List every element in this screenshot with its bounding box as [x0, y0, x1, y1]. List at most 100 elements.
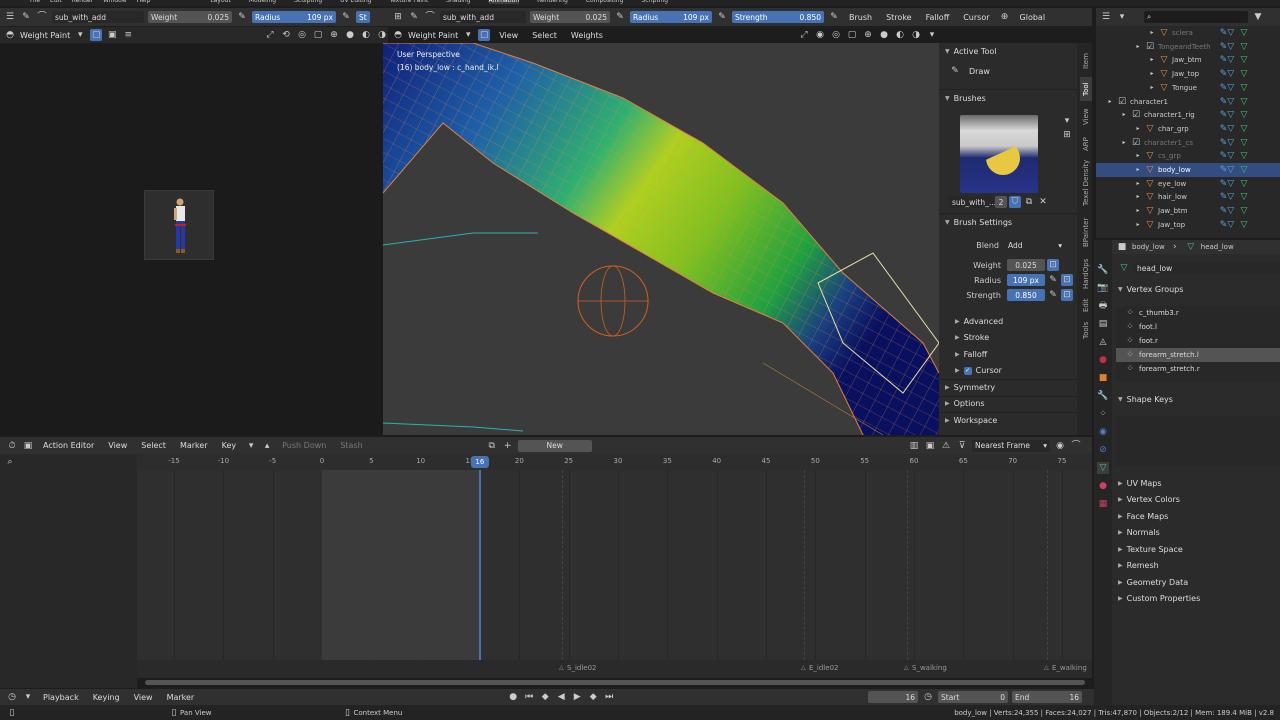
weight-unified-icon[interactable]: ⊡: [1047, 259, 1059, 271]
weight-field[interactable]: Weight 0.025: [530, 11, 610, 23]
weight-field[interactable]: Weight 0.025: [148, 11, 232, 23]
key-menu[interactable]: Key: [217, 441, 242, 450]
mesh-data-icon[interactable]: ▽: [1238, 123, 1250, 135]
workspace-panel[interactable]: ▶ Workspace: [945, 416, 997, 425]
brush-name-field[interactable]: sub_with_...: [949, 196, 996, 208]
tab-arp[interactable]: ARP: [1080, 133, 1092, 155]
tab-tools[interactable]: Tools: [1080, 317, 1092, 343]
brush-users-count[interactable]: 2: [995, 196, 1007, 208]
view-menu[interactable]: View: [103, 441, 132, 450]
xray-icon[interactable]: ▢: [312, 29, 324, 41]
modifier-icon[interactable]: ✎▽: [1216, 191, 1238, 203]
left-preview-area[interactable]: [0, 43, 383, 435]
view-menu[interactable]: View: [494, 31, 523, 40]
tab-view[interactable]: View: [1080, 103, 1092, 131]
overlay-icon[interactable]: ◎: [296, 29, 308, 41]
display-mode-icon[interactable]: ▾: [1116, 11, 1128, 23]
brush-icon[interactable]: ✎: [408, 11, 420, 23]
select-menu[interactable]: Select: [527, 31, 562, 40]
editor-type-icon[interactable]: ☰: [4, 11, 16, 23]
physics-props-icon[interactable]: ◉: [1097, 426, 1109, 438]
current-frame-indicator[interactable]: 16: [470, 456, 489, 468]
keying-menu[interactable]: Keying: [88, 693, 125, 702]
outliner-row[interactable]: ▸ ▽ cs_grp ✎▽ ▽: [1096, 149, 1280, 163]
outliner-row[interactable]: ▸ ☑ character1 ✎▽ ▽: [1096, 95, 1280, 109]
stash-button[interactable]: Stash: [335, 441, 367, 450]
tab-hardops[interactable]: HardOps: [1080, 255, 1092, 293]
collapsed-panel[interactable]: ▶ Normals: [1118, 525, 1278, 542]
xray-icon[interactable]: ▢: [846, 29, 858, 41]
vertex-group-item[interactable]: ⁘ c_thumb3.r: [1116, 306, 1280, 320]
expand-icon[interactable]: ▸: [1132, 178, 1144, 190]
tab-tool[interactable]: Tool: [1080, 77, 1092, 101]
expand-icon[interactable]: ▸: [1132, 219, 1144, 231]
falloff-subpanel[interactable]: ▶ Falloff: [955, 350, 987, 359]
breadcrumb-object[interactable]: body_low: [1132, 243, 1165, 251]
pressure-icon[interactable]: ✎: [340, 11, 352, 23]
radius-field[interactable]: Radius 109 px: [630, 11, 712, 23]
menu-icon[interactable]: ≡: [122, 29, 134, 41]
outliner-row[interactable]: ▸ ▽ sclera ✎▽ ▽: [1096, 26, 1280, 40]
options-panel[interactable]: ▶ Options: [945, 399, 985, 408]
solid-shading-icon[interactable]: ●: [344, 29, 356, 41]
material-shading-icon[interactable]: ◐: [894, 29, 906, 41]
pressure-icon[interactable]: ✎: [828, 11, 840, 23]
workspace-tab[interactable]: Rendering: [537, 0, 568, 4]
top-menu-item[interactable]: Window: [103, 0, 127, 4]
viewport-mode-label[interactable]: Weight Paint: [408, 31, 458, 40]
outliner-row[interactable]: ▸ ▽ body_low ✎▽ ▽: [1096, 163, 1280, 177]
mesh-data-icon[interactable]: ▽: [1238, 27, 1250, 39]
constraint-props-icon[interactable]: ⊘: [1097, 444, 1109, 456]
vertex-mask-icon[interactable]: ▣: [106, 29, 118, 41]
strength-field[interactable]: Strength 0.850: [732, 11, 824, 23]
mask-icon[interactable]: ▢: [478, 29, 491, 41]
marker-menu[interactable]: Marker: [162, 693, 200, 702]
search-icon[interactable]: ⌕: [4, 456, 16, 468]
rendered-shading-icon[interactable]: ◑: [910, 29, 922, 41]
modifier-icon[interactable]: ✎▽: [1216, 96, 1238, 108]
expand-icon[interactable]: ▸: [1132, 41, 1144, 53]
mesh-data-icon[interactable]: ▽: [1238, 219, 1250, 231]
breadcrumb-mesh[interactable]: head_low: [1201, 243, 1234, 251]
mesh-data-icon[interactable]: ▽: [1238, 164, 1250, 176]
push-down-button[interactable]: Push Down: [277, 441, 331, 450]
expand-icon[interactable]: ▸: [1146, 54, 1158, 66]
horizontal-scrollbar[interactable]: [145, 680, 1085, 685]
outliner-row[interactable]: ▸ ▽ Jaw_top ✎▽ ▽: [1096, 218, 1280, 232]
vertex-group-item[interactable]: ⁘ forearm_stretch.l: [1116, 348, 1280, 362]
weight-value[interactable]: 0.025: [1007, 259, 1045, 271]
timeline-marker[interactable]: S_idle02: [567, 664, 597, 672]
mesh-data-icon[interactable]: ▽: [1097, 462, 1109, 474]
brush-icon[interactable]: ✎: [20, 11, 32, 23]
mesh-data-icon[interactable]: ▽: [1238, 137, 1250, 149]
snap-icon[interactable]: ⟲: [280, 29, 292, 41]
workspace-tab[interactable]: Modeling: [249, 0, 276, 4]
outliner-row[interactable]: ▸ ▽ Tongue ✎▽ ▽: [1096, 81, 1280, 95]
timeline-marker[interactable]: E_idle02: [809, 664, 838, 672]
outliner-row[interactable]: ▸ ▽ Jaw_top ✎▽ ▽: [1096, 67, 1280, 81]
timeline-marker[interactable]: S_walking: [912, 664, 947, 672]
top-menu-item[interactable]: Help: [137, 0, 151, 4]
outliner-row[interactable]: ▸ ▽ eye_low ✎▽ ▽: [1096, 177, 1280, 191]
next-key-icon[interactable]: ◆: [587, 691, 599, 703]
mesh-data-icon[interactable]: ▽: [1238, 96, 1250, 108]
brush-selector[interactable]: sub_with_add: [440, 11, 526, 23]
dopesheet-area[interactable]: [137, 470, 1092, 660]
workspace-tab[interactable]: Sculpting: [294, 0, 322, 4]
mesh-data-icon[interactable]: ▽: [1238, 54, 1250, 66]
mesh-data-icon[interactable]: ▽: [1238, 41, 1250, 53]
duplicate-icon[interactable]: ⧉: [1023, 196, 1035, 208]
expand-icon[interactable]: ▸: [1132, 150, 1144, 162]
modifier-icon[interactable]: ✎▽: [1216, 109, 1238, 121]
channel-list[interactable]: ⌕: [0, 454, 137, 688]
expand-icon[interactable]: ▸: [1146, 68, 1158, 80]
cursor-menu[interactable]: Cursor: [958, 13, 994, 22]
stroke-subpanel[interactable]: ▶ Stroke: [955, 333, 989, 342]
dropdown-icon[interactable]: ▾: [74, 29, 86, 41]
editor-type-icon[interactable]: ⊞: [392, 11, 404, 23]
modifier-icon[interactable]: ✎▽: [1216, 219, 1238, 231]
blend-selector[interactable]: Add ▾: [1005, 239, 1065, 251]
pressure-icon[interactable]: ✎: [614, 11, 626, 23]
texture-props-icon[interactable]: ▦: [1097, 498, 1109, 510]
timeline-marker[interactable]: E_walking: [1052, 664, 1087, 672]
